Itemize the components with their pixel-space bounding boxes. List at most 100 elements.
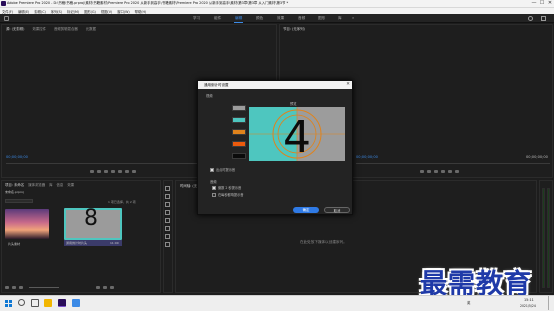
prog-step-back-button[interactable] (427, 170, 431, 173)
menu-graphics[interactable]: 图形(G) (84, 9, 96, 14)
selection-tool-icon[interactable] (165, 186, 170, 191)
icon-view-icon[interactable] (19, 286, 23, 289)
flash-checkbox-row[interactable]: 出点时提示音 (210, 167, 235, 172)
menu-clip[interactable]: 剪辑(C) (34, 9, 45, 14)
program-scrub-bar[interactable] (356, 163, 550, 164)
overwrite-button[interactable] (132, 170, 136, 173)
tab-effects[interactable]: 效果 (67, 182, 74, 187)
new-bin-icon[interactable] (96, 286, 100, 289)
tab-metadata[interactable]: 元数据 (86, 26, 96, 31)
new-item-icon[interactable] (103, 286, 107, 289)
cancel-button[interactable]: 取消 (324, 207, 350, 213)
close-window-button[interactable]: ✕ (546, 0, 554, 7)
mark-in-button[interactable] (90, 170, 94, 173)
audio-checkbox1[interactable] (212, 185, 216, 190)
menu-file[interactable]: 文件(F) (2, 9, 13, 14)
task-view-icon[interactable] (31, 299, 39, 307)
maximize-button[interactable]: ☐ (538, 0, 546, 7)
type-tool-icon[interactable] (165, 242, 170, 247)
program-timecode[interactable]: 00;00;00;00 (356, 155, 378, 159)
menu-view[interactable]: 视图(V) (101, 9, 112, 14)
menu-edit[interactable]: 编辑(E) (18, 9, 29, 14)
notification-icon[interactable] (541, 16, 546, 21)
taskbar-search-icon[interactable] (18, 299, 25, 306)
workspace-color[interactable]: 颜色 (256, 14, 263, 23)
menu-help[interactable]: 帮助(H) (135, 9, 147, 14)
tab-media-browser[interactable]: 媒体浏览器 (28, 182, 45, 187)
line-color-swatch[interactable] (232, 129, 246, 135)
windows-start-icon[interactable] (5, 300, 12, 307)
browser-taskbar-icon[interactable] (72, 299, 80, 307)
clip-thumbnail-sunset[interactable] (5, 209, 49, 239)
target-color-swatch[interactable] (232, 141, 246, 147)
tab-info[interactable]: 信息 (57, 182, 64, 187)
slip-tool-icon[interactable] (165, 218, 170, 223)
ime-language[interactable]: 英 (467, 300, 470, 305)
tab-source[interactable]: 源: (无剪辑) (6, 26, 24, 31)
audio-meter-right (547, 188, 550, 288)
menu-window[interactable]: 窗口(W) (117, 9, 129, 14)
audio-checkbox1-row[interactable]: 倒数 2 秒提示音 (212, 185, 241, 190)
list-view-icon[interactable] (12, 286, 16, 289)
tab-project[interactable]: 项目: 未命名 (5, 182, 24, 187)
track-select-tool-icon[interactable] (165, 194, 170, 199)
step-forward-button[interactable] (118, 170, 122, 173)
trash-icon[interactable] (110, 286, 114, 289)
tab-effect-controls[interactable]: 效果控件 (32, 26, 46, 31)
workspace-more-button[interactable]: » (352, 14, 354, 23)
countdown-preview: 4 (249, 107, 345, 161)
prog-step-forward-button[interactable] (441, 170, 445, 173)
search-icon[interactable] (528, 16, 533, 21)
razor-tool-icon[interactable] (165, 210, 170, 215)
workspace-libraries[interactable]: 库 (338, 14, 342, 23)
project-panel-tabs: 项目: 未命名 媒体浏览器 库 信息 效果 (5, 182, 78, 187)
zoom-slider[interactable] (29, 287, 59, 288)
audio-checkbox2-row[interactable]: 在每秒都响提示音 (212, 192, 244, 197)
home-icon[interactable] (4, 16, 9, 21)
premiere-taskbar-icon[interactable] (58, 299, 66, 307)
menu-sequence[interactable]: 序列(S) (51, 9, 62, 14)
audio-checkbox2[interactable] (212, 192, 216, 197)
flash-checkbox[interactable] (210, 167, 214, 172)
prog-mark-in-button[interactable] (420, 170, 424, 173)
wipe-color-swatch[interactable] (232, 105, 246, 111)
program-panel-tabs: 节目: (无序列) (283, 26, 313, 31)
dialog-close-button[interactable]: ✕ (344, 81, 352, 89)
workspace-editing[interactable]: 编辑 (233, 14, 244, 23)
hand-tool-icon[interactable] (165, 234, 170, 239)
minimize-button[interactable]: — (530, 0, 538, 7)
file-explorer-icon[interactable] (44, 299, 52, 307)
mark-out-button[interactable] (97, 170, 101, 173)
prog-export-frame-button[interactable] (455, 170, 459, 173)
window-title-bar: Adobe Premiere Pro 2020 - D:\书稿\书稿.prpro… (0, 0, 554, 7)
audio-checkbox1-label: 倒数 2 秒提示音 (218, 186, 242, 190)
taskbar-time[interactable]: 15:11 (524, 298, 534, 302)
workspace-learning[interactable]: 学习 (193, 14, 200, 23)
taskbar-date[interactable]: 2021/5/24 (520, 304, 536, 308)
project-search-input[interactable] (5, 199, 33, 203)
workspace-graphics[interactable]: 图形 (318, 14, 325, 23)
workspace-effects[interactable]: 效果 (277, 14, 284, 23)
lock-icon[interactable] (5, 286, 9, 289)
menu-markers[interactable]: 标记(M) (67, 9, 79, 14)
workspace-assembly[interactable]: 组件 (214, 14, 221, 23)
play-button[interactable] (111, 170, 115, 173)
tab-audio-clip-mixer[interactable]: 音频剪辑混合器 (54, 26, 78, 31)
background-color-swatch[interactable] (232, 117, 246, 123)
step-back-button[interactable] (104, 170, 108, 173)
prog-lift-button[interactable] (448, 170, 452, 173)
project-bottom-toolbar (5, 286, 117, 289)
project-name: 未命名.prproj (5, 190, 24, 194)
tab-libraries[interactable]: 库 (49, 182, 52, 187)
workspace-audio[interactable]: 音频 (298, 14, 305, 23)
ok-button[interactable]: 确定 (293, 207, 319, 213)
show-desktop-button[interactable] (548, 296, 549, 310)
ripple-edit-tool-icon[interactable] (165, 202, 170, 207)
source-timecode[interactable]: 00;00;00;00 (6, 155, 28, 159)
prog-play-button[interactable] (434, 170, 438, 173)
number-color-swatch[interactable] (232, 153, 246, 159)
tab-program[interactable]: 节目: (无序列) (283, 26, 305, 31)
windows-taskbar (0, 295, 554, 311)
insert-button[interactable] (125, 170, 129, 173)
pen-tool-icon[interactable] (165, 226, 170, 231)
